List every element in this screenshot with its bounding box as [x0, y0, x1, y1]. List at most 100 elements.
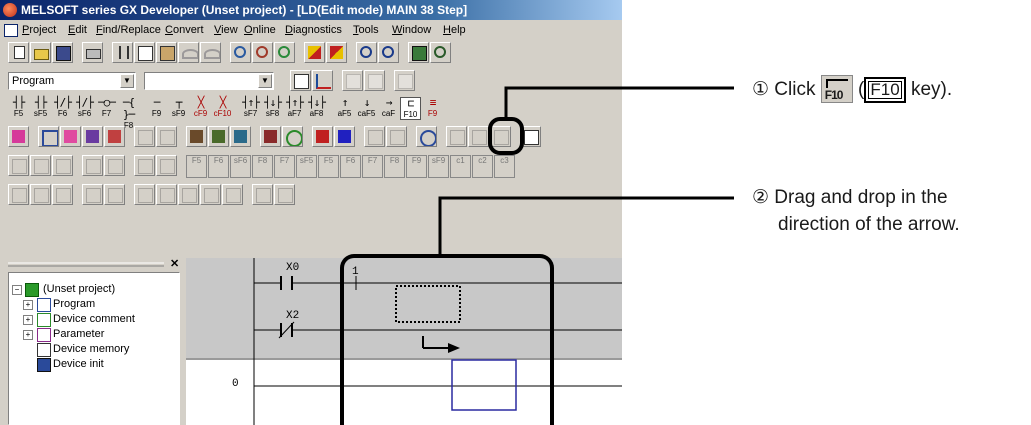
sfc-key-f7b-button[interactable]: F7	[362, 155, 383, 178]
copy-button[interactable]	[134, 42, 155, 63]
sfc-step-button[interactable]	[8, 155, 29, 176]
parallel-open-contact-button[interactable]: ┤├ sF5	[30, 97, 51, 120]
find-instruction-button[interactable]	[252, 42, 273, 63]
application-instruction-button[interactable]: ─{ }─ F8	[118, 97, 139, 131]
cross-ref-button[interactable]	[30, 184, 51, 205]
io-assign-button[interactable]	[104, 184, 125, 205]
display-c-button[interactable]	[178, 184, 199, 205]
sfc-key-f5b-button[interactable]: F5	[318, 155, 339, 178]
expand-icon[interactable]: +	[23, 315, 33, 325]
parallel-falling-pulse-button[interactable]: ┤↓├ aF8	[306, 97, 327, 120]
document-icon[interactable]	[4, 24, 18, 37]
trace-button[interactable]	[334, 126, 355, 147]
ladder-view-button[interactable]	[8, 126, 29, 147]
sfc-key-f9-button[interactable]: F9	[406, 155, 427, 178]
diagnostics-button[interactable]	[416, 126, 437, 147]
skip-run-button[interactable]	[468, 126, 489, 147]
comment-button[interactable]	[38, 126, 59, 147]
sfc-key-f7-button[interactable]: F7	[274, 155, 295, 178]
parallel-closed-contact-button[interactable]: ┤/├ sF6	[74, 97, 95, 120]
tree-item-device-comment[interactable]: Device comment	[53, 312, 135, 326]
simulation-button[interactable]	[386, 126, 407, 147]
paste-button[interactable]	[156, 42, 177, 63]
sfc-key-f8b-button[interactable]: F8	[384, 155, 405, 178]
display-d-button[interactable]	[200, 184, 221, 205]
sfc-key-sf5-button[interactable]: sF5	[296, 155, 317, 178]
menu-tools[interactable]: Tools	[353, 21, 379, 39]
closed-contact-button[interactable]: ┤/├ F6	[52, 97, 73, 120]
sfc-key-sf6-button[interactable]: sF6	[230, 155, 251, 178]
sampling-button[interactable]	[364, 126, 385, 147]
line-input-f10-button[interactable]: ⊏ F10	[400, 97, 421, 120]
data-type-select[interactable]: Program ▼	[8, 72, 136, 90]
print-button[interactable]	[82, 42, 103, 63]
chevron-down-icon[interactable]: ▼	[258, 74, 272, 88]
statement-button[interactable]	[60, 126, 81, 147]
tree-item-program[interactable]: Program	[53, 297, 95, 311]
tree-item-device-memory[interactable]: Device memory	[53, 342, 129, 356]
read-from-plc-button[interactable]	[326, 42, 347, 63]
timing-chart-button[interactable]	[82, 184, 103, 205]
title-bar[interactable]: MELSOFT series GX Developer (Unset proje…	[0, 0, 622, 20]
step-run-button[interactable]	[446, 126, 467, 147]
list-mode-button[interactable]	[342, 70, 363, 91]
program-name-select[interactable]: ▼	[144, 72, 274, 90]
monitor-write-mode-button[interactable]	[208, 126, 229, 147]
monitor-mode-button[interactable]	[186, 126, 207, 147]
monitor-button[interactable]	[408, 42, 429, 63]
menu-find-replace[interactable]: Find/Replace	[96, 21, 161, 39]
expand-icon[interactable]: +	[23, 330, 33, 340]
parameter-button[interactable]	[290, 70, 311, 91]
operation-rising-button[interactable]: ↑ aF5	[334, 97, 355, 120]
monitor-start-button[interactable]	[230, 126, 251, 147]
open-contact-button[interactable]: ┤├ F5	[8, 97, 29, 120]
zoom-in-button[interactable]	[356, 42, 377, 63]
find-string-button[interactable]	[274, 42, 295, 63]
sfc-key-c3-button[interactable]: c3	[494, 155, 515, 178]
menu-view[interactable]: View	[214, 21, 238, 39]
device-test-button[interactable]	[312, 126, 333, 147]
sfc-jump-button[interactable]	[82, 155, 103, 176]
sfc-key-sf9-button[interactable]: sF9	[428, 155, 449, 178]
open-project-button[interactable]	[30, 42, 51, 63]
sfc-key-f8-button[interactable]: F8	[252, 155, 273, 178]
cut-button[interactable]	[112, 42, 133, 63]
sfc-end-button[interactable]	[104, 155, 125, 176]
sfc-key-f5-button[interactable]: F5	[186, 155, 207, 178]
sfc-key-c1-button[interactable]: c1	[450, 155, 471, 178]
redo-button[interactable]	[200, 42, 221, 63]
entry-data-button[interactable]	[282, 126, 303, 147]
sfc-merge-button[interactable]	[156, 155, 177, 176]
find-misc-button[interactable]	[8, 184, 29, 205]
menu-window[interactable]: Window	[392, 21, 431, 39]
tree-item-device-init[interactable]: Device init	[53, 357, 104, 371]
falling-pulse-button[interactable]: ┤↓├ sF8	[262, 97, 283, 120]
tree-item-parameter[interactable]: Parameter	[53, 327, 104, 341]
new-project-button[interactable]	[8, 42, 29, 63]
rising-pulse-button[interactable]: ┤↑├ sF7	[240, 97, 261, 120]
read-mode-button[interactable]	[134, 126, 155, 147]
find-device-button[interactable]	[230, 42, 251, 63]
sfc-key-f6b-button[interactable]: F6	[340, 155, 361, 178]
sfc-error-button[interactable]	[52, 155, 73, 176]
menu-convert[interactable]: Convert	[165, 21, 204, 39]
zoom-out-button[interactable]	[378, 42, 399, 63]
tree-toggle-button[interactable]	[312, 70, 333, 91]
tree-root[interactable]: (Unset project)	[43, 282, 115, 296]
display-e-button[interactable]	[222, 184, 243, 205]
device-batch-button[interactable]	[260, 126, 281, 147]
display-a-button[interactable]	[134, 184, 155, 205]
sfc-branch-button[interactable]	[134, 155, 155, 176]
horizontal-line-button[interactable]: ─ F9	[146, 97, 167, 120]
delete-horizontal-line-button[interactable]: ╳ cF9	[190, 97, 211, 120]
menu-project[interactable]: Project	[22, 21, 56, 39]
write-mode-button[interactable]	[156, 126, 177, 147]
sfc-mode-button[interactable]	[394, 70, 415, 91]
print-preview-button[interactable]	[252, 184, 273, 205]
menu-edit[interactable]: Edit	[68, 21, 87, 39]
delete-vertical-line-button[interactable]: ╳ cF10	[212, 97, 233, 120]
ladder-mode-button[interactable]	[364, 70, 385, 91]
coil-button[interactable]: ─○─ F7	[96, 97, 117, 120]
operation-falling-button[interactable]: ↓ caF5	[356, 97, 377, 120]
alias-button[interactable]	[104, 126, 125, 147]
